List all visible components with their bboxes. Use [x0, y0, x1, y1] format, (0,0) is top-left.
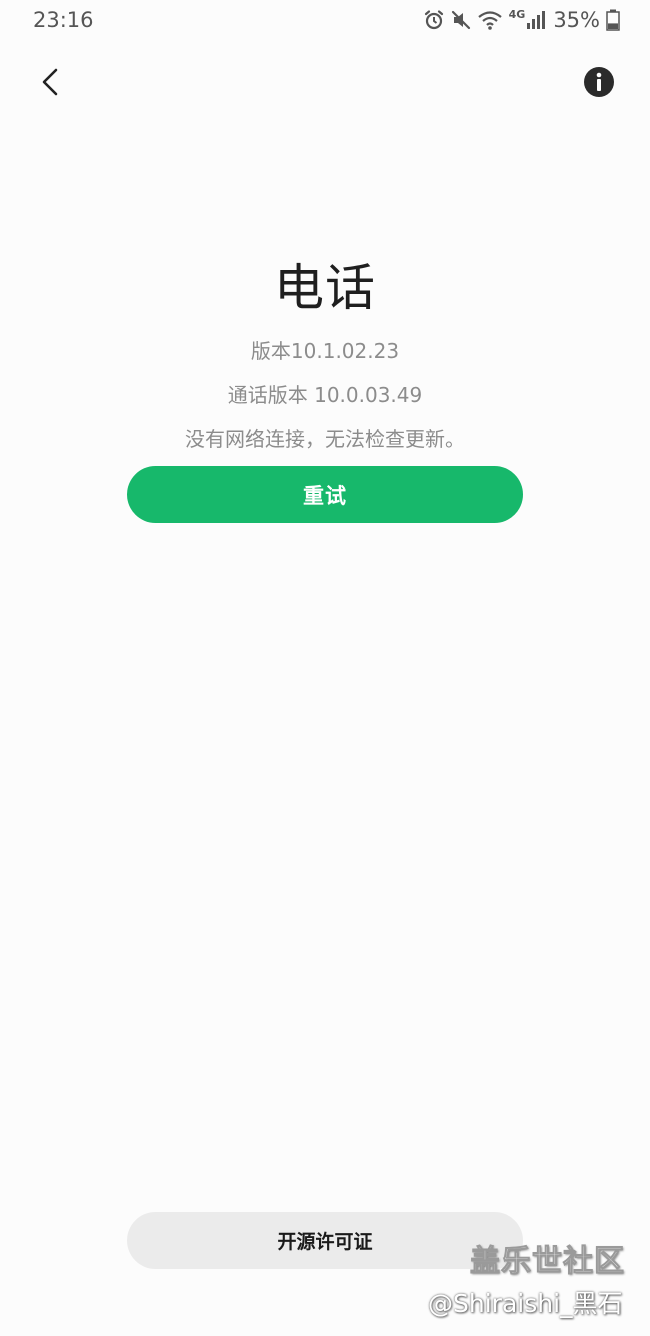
battery-fill [608, 23, 618, 29]
alarm-icon [423, 9, 445, 31]
watermark-username: @Shiraishi_黑石 [428, 1289, 623, 1318]
signal-icon [527, 11, 546, 29]
wifi-icon [477, 9, 503, 31]
info-icon [584, 67, 614, 97]
app-version: 版本10.1.02.23 [250, 339, 400, 363]
info-button[interactable] [582, 65, 616, 99]
network-message: 没有网络连接，无法检查更新。 [185, 427, 465, 451]
call-version: 通话版本 10.0.03.49 [227, 383, 423, 407]
network-type-label: 4G [509, 9, 546, 31]
network-type-text: 4G [508, 8, 526, 21]
mute-icon [451, 10, 471, 30]
chevron-left-icon [42, 68, 58, 96]
open-source-license-button[interactable]: 开源许可证 [127, 1212, 523, 1269]
app-title: 电话 [274, 259, 376, 317]
status-icons: 4G 35% [423, 6, 620, 34]
retry-button[interactable]: 重试 [127, 466, 523, 523]
status-bar: 23:16 4G 35% [0, 0, 650, 40]
watermark-forum-name: 盖乐世社区 [470, 1244, 625, 1280]
battery-percent: 35% [553, 8, 600, 32]
status-time: 23:16 [33, 8, 94, 32]
back-button[interactable] [30, 62, 70, 102]
battery-icon [606, 9, 620, 31]
